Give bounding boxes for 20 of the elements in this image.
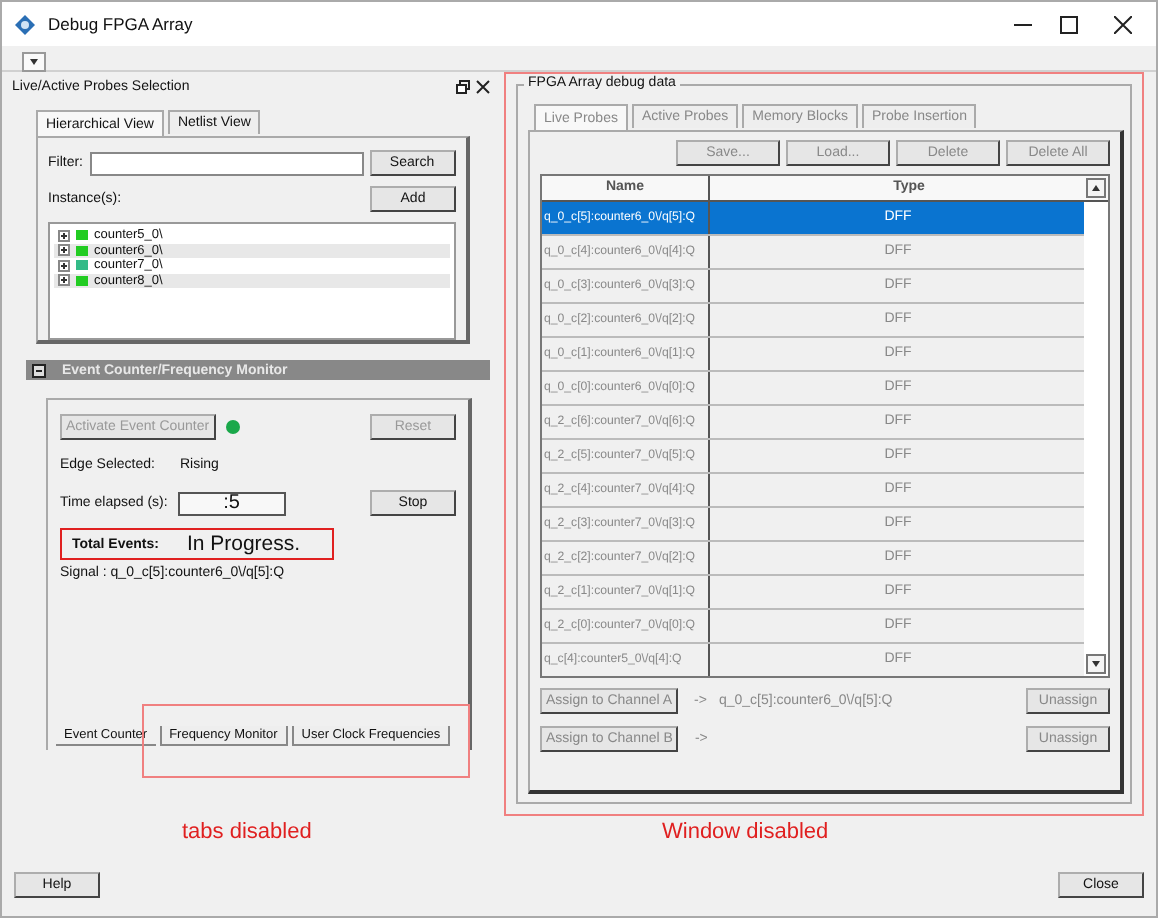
- expand-icon[interactable]: [58, 229, 70, 242]
- filter-field[interactable]: [89, 151, 363, 175]
- collapse-icon[interactable]: [32, 363, 46, 377]
- close-icon[interactable]: [1114, 15, 1132, 33]
- app-icon: [14, 13, 36, 35]
- total-events-value: In Progress.: [186, 532, 301, 556]
- scroll-up-icon[interactable]: [1086, 178, 1106, 198]
- float-icon[interactable]: [456, 79, 470, 93]
- close-icon[interactable]: [476, 79, 490, 93]
- expand-icon[interactable]: [58, 244, 70, 257]
- status-dot-icon: [225, 420, 240, 434]
- expand-icon[interactable]: [58, 259, 70, 272]
- window-title: Debug FPGA Array: [48, 14, 193, 34]
- pin-tab-icon[interactable]: [22, 52, 46, 72]
- annotation-text: Window disabled: [662, 820, 829, 844]
- time-field: :5: [177, 491, 286, 515]
- maximize-icon[interactable]: [1060, 15, 1078, 33]
- expand-icon[interactable]: [58, 274, 70, 287]
- annotation-text: tabs disabled: [182, 820, 312, 844]
- scroll-down-icon[interactable]: [1086, 654, 1106, 674]
